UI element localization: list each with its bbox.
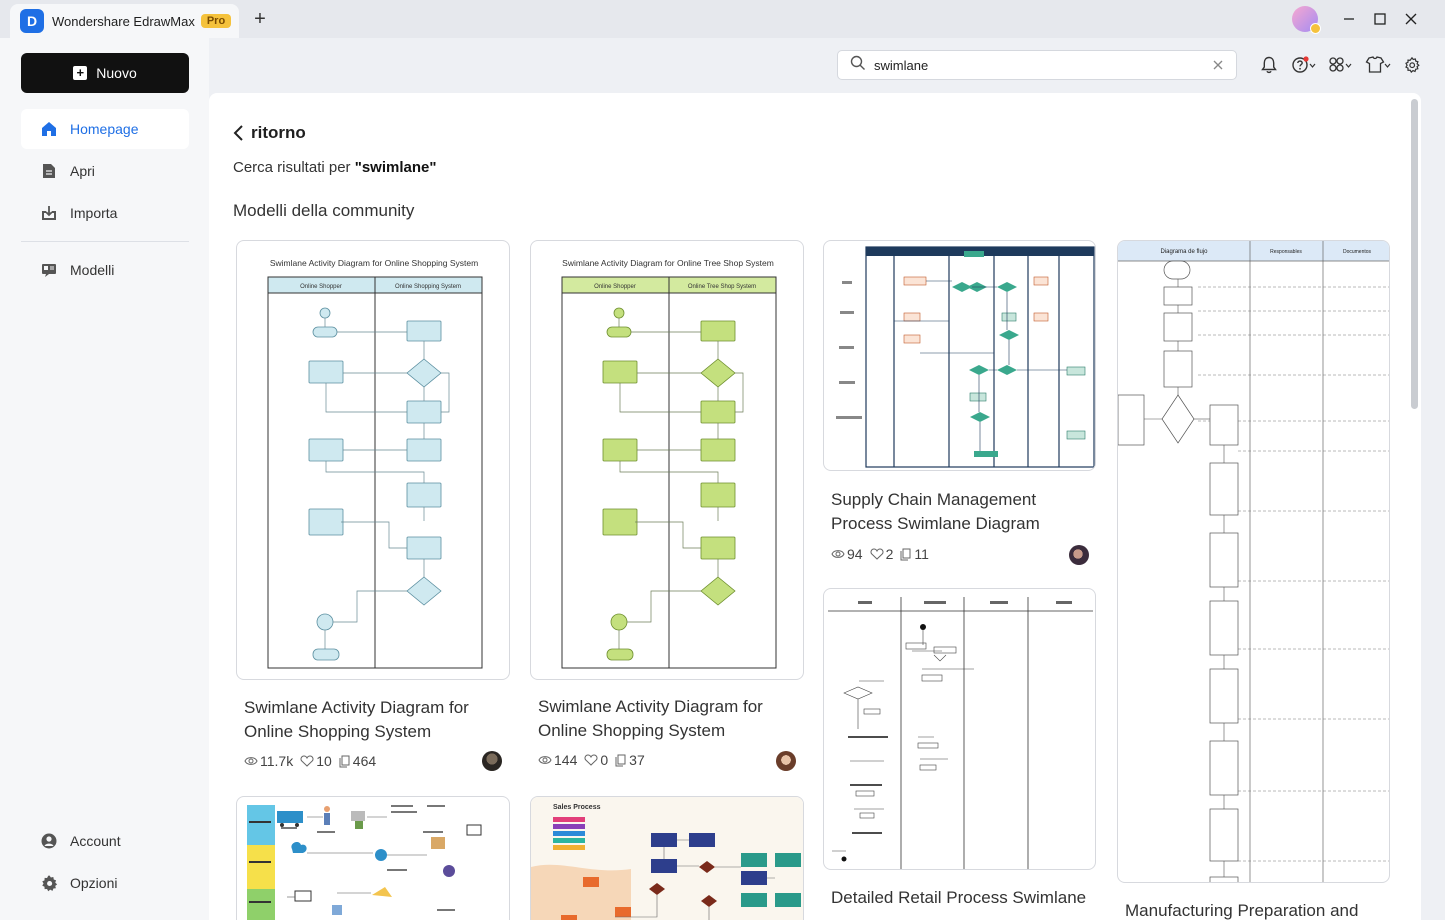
copies-count: 11 bbox=[914, 546, 929, 562]
thumb-title: Diagrama de flujo bbox=[1160, 249, 1208, 255]
close-window-button[interactable] bbox=[1400, 8, 1422, 30]
template-card-title[interactable]: Supply Chain Management Process Swimlane… bbox=[831, 488, 1093, 536]
sidebar-item-account[interactable]: Account bbox=[21, 821, 189, 861]
user-avatar[interactable] bbox=[1292, 6, 1321, 34]
author-avatar[interactable] bbox=[1069, 545, 1089, 565]
settings-gear-icon[interactable] bbox=[1400, 54, 1424, 76]
views-count: 94 bbox=[847, 546, 863, 562]
back-button[interactable]: ritorno bbox=[233, 123, 306, 143]
eye-icon bbox=[831, 550, 845, 558]
maximize-button[interactable] bbox=[1369, 8, 1391, 30]
new-tab-button[interactable]: + bbox=[250, 8, 270, 30]
plus-icon: + bbox=[73, 66, 88, 80]
app-name: Wondershare EdrawMax bbox=[52, 13, 195, 29]
apps-grid-icon[interactable] bbox=[1327, 54, 1353, 76]
template-card-thumbnail[interactable] bbox=[823, 240, 1096, 471]
template-card-thumbnail[interactable] bbox=[823, 588, 1096, 870]
copy-icon bbox=[615, 754, 626, 766]
author-avatar[interactable] bbox=[482, 751, 502, 771]
thumb-title: Swimlane Activity Diagram for Online Sho… bbox=[270, 258, 478, 268]
crown-icon bbox=[1310, 23, 1321, 34]
search-input[interactable] bbox=[874, 57, 1194, 73]
new-button-label: Nuovo bbox=[96, 65, 137, 81]
sidebar-item-apri[interactable]: Apri bbox=[21, 151, 189, 191]
template-card-thumbnail[interactable]: Swimlane Activity Diagram for Online Sho… bbox=[236, 240, 510, 680]
sidebar-item-label: Apri bbox=[70, 163, 95, 179]
new-button[interactable]: + Nuovo bbox=[21, 53, 189, 93]
file-icon bbox=[40, 162, 58, 180]
title-bar: D Wondershare EdrawMax Pro + bbox=[0, 0, 1445, 38]
lane-label: Online Shopping System bbox=[395, 284, 461, 290]
home-icon bbox=[40, 120, 58, 138]
sidebar-item-importa[interactable]: Importa bbox=[21, 193, 189, 233]
lane-label: Responsables bbox=[1270, 249, 1302, 255]
sidebar-item-opzioni[interactable]: Opzioni bbox=[21, 863, 189, 903]
search-icon bbox=[850, 55, 866, 76]
template-card-thumbnail[interactable]: Diagrama de flujo Responsables Documento… bbox=[1117, 240, 1390, 883]
import-icon bbox=[40, 204, 58, 222]
copy-icon bbox=[900, 548, 911, 560]
main-content: ritorno Cerca risultati per "swimlane" M… bbox=[209, 93, 1421, 920]
sidebar-item-label: Importa bbox=[70, 205, 118, 221]
results-prefix: Cerca risultati per bbox=[233, 159, 355, 176]
views-count: 144 bbox=[554, 752, 578, 768]
template-card-title[interactable]: Manufacturing Preparation and bbox=[1125, 899, 1387, 920]
back-label: ritorno bbox=[251, 123, 306, 142]
tshirt-theme-icon[interactable] bbox=[1364, 54, 1392, 76]
eye-icon bbox=[244, 757, 258, 765]
copy-icon bbox=[339, 755, 350, 767]
clear-search-icon[interactable] bbox=[1210, 57, 1226, 78]
search-results-heading: Cerca risultati per "swimlane" bbox=[233, 159, 436, 176]
copies-count: 464 bbox=[352, 753, 377, 769]
template-card-title[interactable]: Swimlane Activity Diagram for Online Sho… bbox=[244, 696, 506, 744]
section-title: Modelli della community bbox=[233, 201, 415, 220]
templates-icon bbox=[40, 261, 58, 279]
thumb-title: Swimlane Activity Diagram for Online Tre… bbox=[562, 258, 774, 268]
pro-badge: Pro bbox=[200, 14, 232, 28]
sidebar-item-label: Account bbox=[70, 833, 121, 849]
template-card-title[interactable]: Detailed Retail Process Swimlane bbox=[831, 886, 1093, 910]
template-card-stats: 94 2 11 bbox=[831, 546, 936, 562]
sidebar: + Nuovo Homepage Apri Importa Modelli Ac… bbox=[0, 38, 209, 920]
sidebar-item-homepage[interactable]: Homepage bbox=[21, 109, 189, 149]
search-bar bbox=[837, 50, 1237, 80]
sidebar-item-label: Modelli bbox=[70, 262, 115, 278]
heart-icon bbox=[300, 755, 314, 767]
app-tab[interactable]: D Wondershare EdrawMax Pro bbox=[10, 4, 239, 38]
sidebar-item-label: Opzioni bbox=[70, 875, 118, 891]
heart-icon bbox=[584, 754, 598, 766]
heart-icon bbox=[870, 548, 884, 560]
views-count: 11.7k bbox=[260, 753, 294, 769]
main-scrollbar[interactable] bbox=[1411, 99, 1418, 409]
lane-label: Online Shopper bbox=[594, 284, 636, 290]
app-logo: D bbox=[20, 9, 44, 33]
template-card-thumbnail[interactable] bbox=[236, 796, 510, 920]
lane-label: Online Shopper bbox=[300, 284, 342, 290]
eye-icon bbox=[538, 756, 552, 764]
sidebar-item-label: Homepage bbox=[70, 121, 139, 137]
template-card-stats: 11.7k 10 464 bbox=[244, 753, 383, 769]
template-card-thumbnail[interactable]: Swimlane Activity Diagram for Online Tre… bbox=[530, 240, 804, 680]
likes-count: 0 bbox=[600, 752, 609, 768]
sidebar-item-modelli[interactable]: Modelli bbox=[21, 250, 189, 290]
template-card-stats: 144 0 37 bbox=[538, 752, 652, 768]
thumb-title: Sales Process bbox=[553, 804, 601, 811]
template-card-title[interactable]: Swimlane Activity Diagram for Online Sho… bbox=[538, 695, 800, 743]
likes-count: 2 bbox=[885, 546, 894, 562]
sidebar-divider bbox=[21, 241, 189, 242]
likes-count: 10 bbox=[316, 753, 332, 769]
minimize-button[interactable] bbox=[1338, 8, 1360, 30]
copies-count: 37 bbox=[629, 752, 645, 768]
template-card-thumbnail[interactable]: Sales Process bbox=[530, 796, 804, 920]
author-avatar[interactable] bbox=[776, 751, 796, 771]
help-icon[interactable] bbox=[1291, 54, 1317, 76]
lane-label: Online Tree Shop System bbox=[688, 284, 756, 290]
gear-icon bbox=[40, 874, 58, 892]
results-query: "swimlane" bbox=[354, 159, 437, 176]
lane-label: Documentos bbox=[1343, 249, 1372, 255]
chevron-left-icon bbox=[233, 125, 243, 141]
account-icon bbox=[40, 832, 58, 850]
notification-bell-icon[interactable] bbox=[1257, 54, 1281, 76]
